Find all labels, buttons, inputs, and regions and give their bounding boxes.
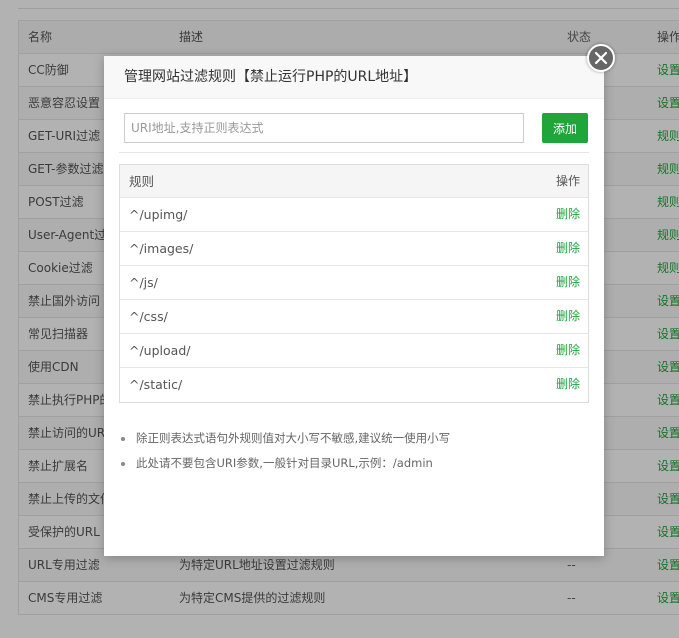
rule-value: ^/static/ — [129, 377, 183, 392]
delete-link[interactable]: 删除 — [556, 300, 580, 333]
add-rule-form: 添加 — [124, 113, 589, 143]
bullet-icon — [121, 462, 125, 466]
rules-table: 规则 操作 ^/upimg/删除 ^/images/删除 ^/js/删除 ^/css/… — [119, 164, 589, 403]
add-button[interactable]: 添加 — [542, 113, 588, 143]
rules-header-row: 规则 操作 — [120, 165, 588, 198]
rule-row: ^/js/删除 — [120, 266, 588, 300]
rules-header-rule: 规则 — [129, 174, 155, 189]
rule-row: ^/static/删除 — [120, 368, 588, 402]
rule-row: ^/upload/删除 — [120, 334, 588, 368]
uri-input[interactable] — [124, 113, 524, 143]
filter-rules-modal: 管理网站过滤规则【禁止运行PHP的URL地址】 添加 规则 操作 ^/upimg… — [104, 56, 604, 556]
divider — [119, 152, 589, 153]
rule-row: ^/css/删除 — [120, 300, 588, 334]
delete-link[interactable]: 删除 — [556, 334, 580, 367]
delete-link[interactable]: 删除 — [556, 368, 580, 401]
rule-value: ^/css/ — [129, 309, 168, 324]
tips-list: 除正则表达式语句外规则值对大小写不敏感,建议统一使用小写 此处请不要包含URI参… — [119, 426, 589, 476]
close-icon — [594, 51, 608, 65]
rule-value: ^/images/ — [129, 241, 194, 256]
tip-item: 此处请不要包含URI参数,一般针对目录URL,示例：/admin — [119, 451, 589, 476]
delete-link[interactable]: 删除 — [556, 198, 580, 231]
rule-value: ^/upimg/ — [129, 207, 188, 222]
tip-text: 此处请不要包含URI参数,一般针对目录URL,示例：/admin — [136, 456, 433, 470]
close-button[interactable] — [587, 44, 615, 72]
tip-text: 除正则表达式语句外规则值对大小写不敏感,建议统一使用小写 — [136, 431, 451, 445]
rules-header-op: 操作 — [555, 174, 580, 188]
delete-link[interactable]: 删除 — [556, 266, 580, 299]
rule-row: ^/upimg/删除 — [120, 198, 588, 232]
tip-item: 除正则表达式语句外规则值对大小写不敏感,建议统一使用小写 — [119, 426, 589, 451]
bullet-icon — [121, 437, 125, 441]
modal-title: 管理网站过滤规则【禁止运行PHP的URL地址】 — [104, 56, 604, 99]
delete-link[interactable]: 删除 — [556, 232, 580, 265]
rule-value: ^/js/ — [129, 275, 158, 290]
rule-row: ^/images/删除 — [120, 232, 588, 266]
rule-value: ^/upload/ — [129, 343, 191, 358]
